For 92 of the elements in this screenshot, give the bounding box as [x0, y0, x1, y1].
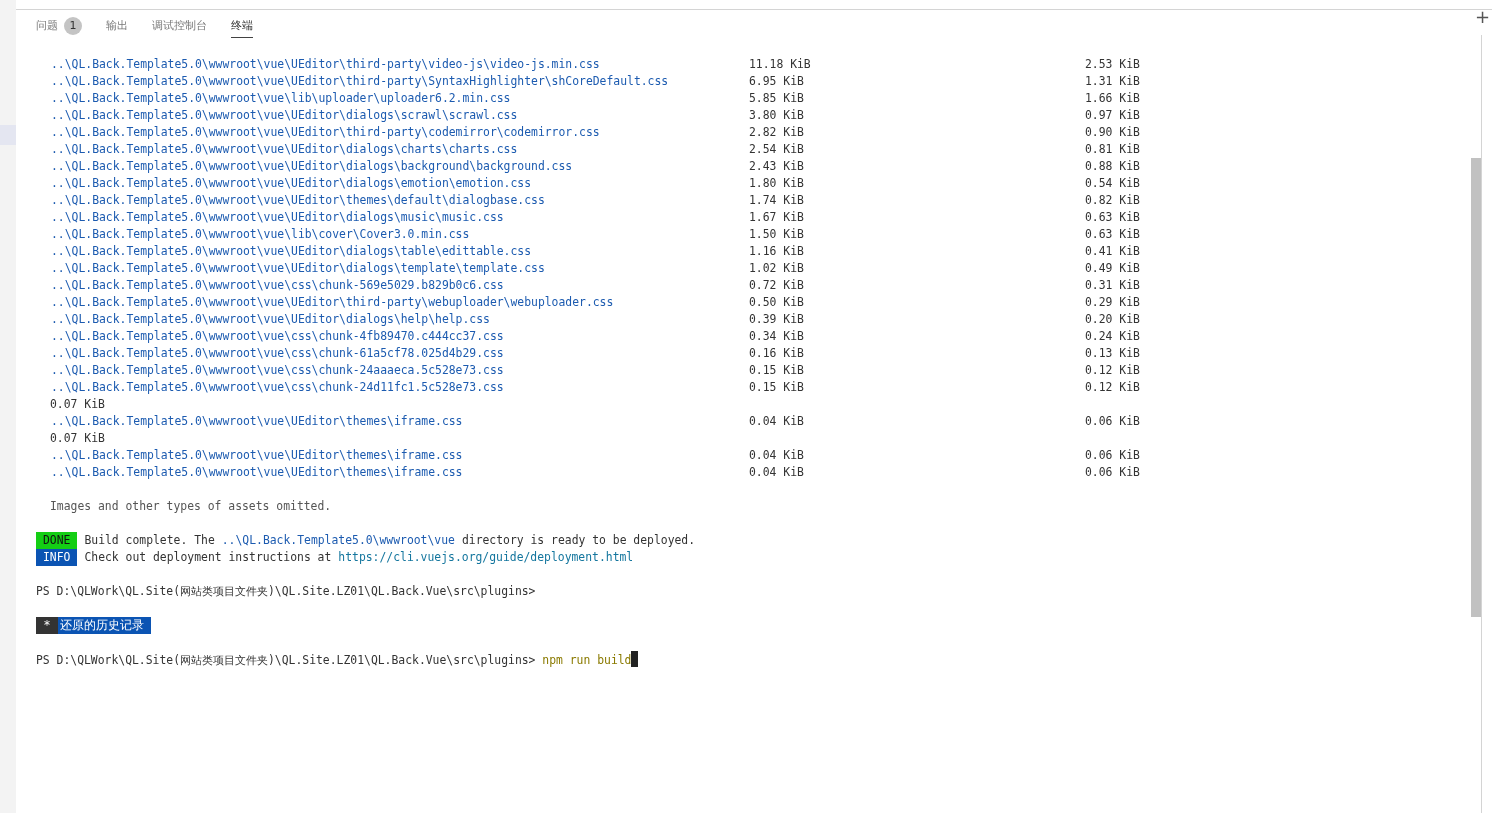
gzipped-size: 0.06 KiB: [1085, 464, 1141, 481]
asset-path: ..\QL.Back.Template5.0\wwwroot\vue\UEditor\dialogs\table\edittable.css: [50, 243, 533, 260]
command-text: npm run build: [542, 653, 632, 667]
asset-path: ..\QL.Back.Template5.0\wwwroot\vue\UEditor\dialogs\help\help.css: [50, 311, 491, 328]
asset-size: 0.15 KiB: [749, 362, 805, 379]
asset-size: 1.50 KiB: [749, 226, 805, 243]
omitted-note: Images and other types of assets omitted.: [50, 499, 332, 513]
gzipped-size: 0.90 KiB: [1085, 124, 1141, 141]
asset-path: ..\QL.Back.Template5.0\wwwroot\vue\UEditor\themes\iframe.css: [50, 413, 464, 430]
gzipped-size: 0.31 KiB: [1085, 277, 1141, 294]
asset-size: 0.07 KiB: [50, 397, 105, 411]
asset-size: 3.80 KiB: [749, 107, 805, 124]
asset-path: ..\QL.Back.Template5.0\wwwroot\vue\css\chunk-24d11fc1.5c528e73.css: [50, 379, 505, 396]
shell-prompt: PS D:\QLWork\QL.Site(网站类项目文件夹)\QL.Site.LZ01\QL.Back.Vue\src\plugins>: [36, 584, 536, 598]
gzipped-size: 0.63 KiB: [1085, 209, 1141, 226]
asset-path: ..\QL.Back.Template5.0\wwwroot\vue\UEditor\dialogs\emotion\emotion.css: [50, 175, 533, 192]
gzipped-size: 0.12 KiB: [1085, 379, 1141, 396]
status-message: Check out deployment instructions at: [84, 549, 332, 566]
count-badge: 1: [64, 16, 82, 35]
asset-size: 0.34 KiB: [749, 328, 805, 345]
status-message: directory is ready to be deployed.: [461, 532, 696, 549]
output-path: ..\QL.Back.Template5.0\wwwroot\vue: [221, 532, 455, 549]
gzipped-size: 0.41 KiB: [1085, 243, 1141, 260]
asset-size: 1.74 KiB: [749, 192, 805, 209]
asset-path: ..\QL.Back.Template5.0\wwwroot\vue\UEditor\dialogs\scrawl\scrawl.css: [50, 107, 519, 124]
asset-size: 0.16 KiB: [749, 345, 805, 362]
asset-path: ..\QL.Back.Template5.0\wwwroot\vue\UEditor\themes\default\dialogbase.css: [50, 192, 546, 209]
gzipped-size: 0.49 KiB: [1085, 260, 1141, 277]
asset-path: ..\QL.Back.Template5.0\wwwroot\vue\UEditor\dialogs\music\music.css: [50, 209, 505, 226]
gzipped-size: 0.97 KiB: [1085, 107, 1141, 124]
line-highlight: [0, 125, 16, 145]
asset-size: 0.04 KiB: [749, 464, 805, 481]
status-tag: INFO: [36, 549, 78, 566]
asset-size: 2.43 KiB: [749, 158, 805, 175]
asset-path: ..\QL.Back.Template5.0\wwwroot\vue\UEditor\dialogs\template\template.css: [50, 260, 546, 277]
gzipped-size: 0.06 KiB: [1085, 447, 1141, 464]
asset-size: 5.85 KiB: [749, 90, 805, 107]
gzipped-size: 1.66 KiB: [1085, 90, 1141, 107]
asset-size: 1.67 KiB: [749, 209, 805, 226]
asset-size: 1.80 KiB: [749, 175, 805, 192]
asset-size: 1.02 KiB: [749, 260, 805, 277]
asset-path: ..\QL.Back.Template5.0\wwwroot\vue\lib\cover\Cover3.0.min.css: [50, 226, 471, 243]
shell-prompt: PS D:\QLWork\QL.Site(网站类项目文件夹)\QL.Site.LZ01\QL.Back.Vue\src\plugins>: [36, 653, 536, 667]
gzipped-size: 0.06 KiB: [1085, 413, 1141, 430]
asset-path: ..\QL.Back.Template5.0\wwwroot\vue\css\chunk-61a5cf78.025d4b29.css: [50, 345, 505, 362]
gzipped-size: 0.82 KiB: [1085, 192, 1141, 209]
asset-size: 2.82 KiB: [749, 124, 805, 141]
asset-size: 2.54 KiB: [749, 141, 805, 158]
text-cursor: [631, 651, 639, 667]
asset-size: 6.95 KiB: [749, 73, 805, 90]
asset-size: 11.18 KiB: [749, 56, 812, 73]
status-message: Build complete. The: [84, 532, 215, 549]
gzipped-size: 0.88 KiB: [1085, 158, 1141, 175]
gzipped-size: 0.63 KiB: [1085, 226, 1141, 243]
asset-path: ..\QL.Back.Template5.0\wwwroot\vue\UEditor\themes\iframe.css: [50, 464, 464, 481]
restored-history-banner: * 还原的历史记录: [36, 617, 151, 634]
asset-size: 0.04 KiB: [749, 413, 805, 430]
asset-path: ..\QL.Back.Template5.0\wwwroot\vue\UEditor\third-party\codemirror\codemirror.css: [50, 124, 601, 141]
gzipped-size: 1.31 KiB: [1085, 73, 1141, 90]
asset-path: ..\QL.Back.Template5.0\wwwroot\vue\css\chunk-24aaaeca.5c528e73.css: [50, 362, 505, 379]
asset-path: ..\QL.Back.Template5.0\wwwroot\vue\css\chunk-569e5029.b829b0c6.css: [50, 277, 505, 294]
asset-path: ..\QL.Back.Template5.0\wwwroot\vue\UEditor\third-party\video-js\video-js.min.css: [50, 56, 601, 73]
gzipped-size: 0.29 KiB: [1085, 294, 1141, 311]
asset-size: 0.72 KiB: [749, 277, 805, 294]
gzipped-size: 0.24 KiB: [1085, 328, 1141, 345]
panel-tab[interactable]: 调试控制台: [152, 14, 207, 38]
panel-tab[interactable]: 终端: [231, 14, 253, 38]
gzipped-size: 2.53 KiB: [1085, 56, 1141, 73]
asset-path: ..\QL.Back.Template5.0\wwwroot\vue\css\chunk-4fb89470.c444cc37.css: [50, 328, 505, 345]
panel-tab[interactable]: 输出: [106, 14, 128, 38]
status-tag: DONE: [36, 532, 78, 549]
asset-size: 1.16 KiB: [749, 243, 805, 260]
asset-size: 0.50 KiB: [749, 294, 805, 311]
asset-size: 0.15 KiB: [749, 379, 805, 396]
asset-path: ..\QL.Back.Template5.0\wwwroot\vue\UEditor\themes\iframe.css: [50, 447, 464, 464]
asset-path: ..\QL.Back.Template5.0\wwwroot\vue\UEditor\third-party\SyntaxHighlighter\shCoreDefault.css: [50, 73, 670, 90]
deployment-link[interactable]: https://cli.vuejs.org/guide/deployment.html: [338, 549, 634, 566]
asset-size: 0.04 KiB: [749, 447, 805, 464]
asset-path: ..\QL.Back.Template5.0\wwwroot\vue\UEditor\dialogs\charts\charts.css: [50, 141, 519, 158]
asset-path: ..\QL.Back.Template5.0\wwwroot\vue\UEditor\third-party\webuploader\webuploader.css: [50, 294, 615, 311]
gzipped-size: 0.81 KiB: [1085, 141, 1141, 158]
new-terminal-button[interactable]: +: [1472, 6, 1492, 27]
scrollbar-thumb[interactable]: [1471, 158, 1481, 617]
gzipped-size: 0.54 KiB: [1085, 175, 1141, 192]
asset-path: ..\QL.Back.Template5.0\wwwroot\vue\lib\uploader\uploader6.2.min.css: [50, 90, 512, 107]
gzipped-size: 0.13 KiB: [1085, 345, 1141, 362]
panel-tab[interactable]: 问题 1: [36, 12, 82, 40]
gzipped-size: 0.12 KiB: [1085, 362, 1141, 379]
asset-size: 0.39 KiB: [749, 311, 805, 328]
gzipped-size: 0.20 KiB: [1085, 311, 1141, 328]
asset-size: 0.07 KiB: [50, 431, 105, 445]
asset-path: ..\QL.Back.Template5.0\wwwroot\vue\UEditor\dialogs\background\background.css: [50, 158, 574, 175]
